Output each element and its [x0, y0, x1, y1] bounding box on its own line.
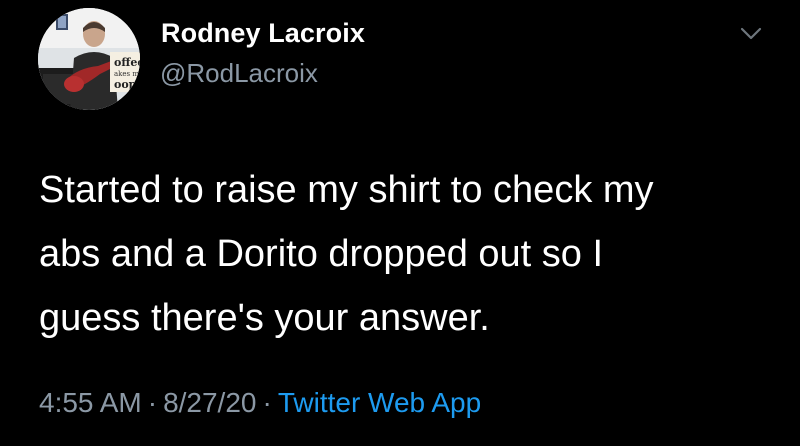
svg-text:offee: offee [114, 56, 140, 69]
author-name[interactable]: Rodney Lacroix [161, 18, 365, 49]
tweet-source-link[interactable]: Twitter Web App [278, 387, 481, 418]
svg-text:akes me: akes me [114, 70, 140, 78]
author-handle[interactable]: @RodLacroix [160, 58, 318, 89]
tweet-date[interactable]: 8/27/20 [163, 387, 256, 418]
tweet-text: Started to raise my shirt to check my ab… [39, 158, 779, 350]
tweet-text-line: abs and a Dorito dropped out so I [39, 233, 604, 275]
separator-dot: · [262, 387, 272, 418]
svg-text:oop: oop [114, 78, 137, 91]
tweet-text-line: guess there's your answer. [39, 297, 490, 339]
chevron-down-icon[interactable] [738, 24, 764, 44]
tweet-metadata: 4:55 AM · 8/27/20 · Twitter Web App [39, 387, 481, 419]
tweet-time[interactable]: 4:55 AM [39, 387, 142, 418]
avatar[interactable]: offee akes me oop [38, 8, 140, 110]
avatar-image: offee akes me oop [38, 8, 140, 110]
separator-dot: · [147, 387, 158, 418]
tweet-text-line: Started to raise my shirt to check my [39, 169, 654, 211]
tweet-card: offee akes me oop Rodney Lacroix @RodLac… [0, 0, 800, 446]
